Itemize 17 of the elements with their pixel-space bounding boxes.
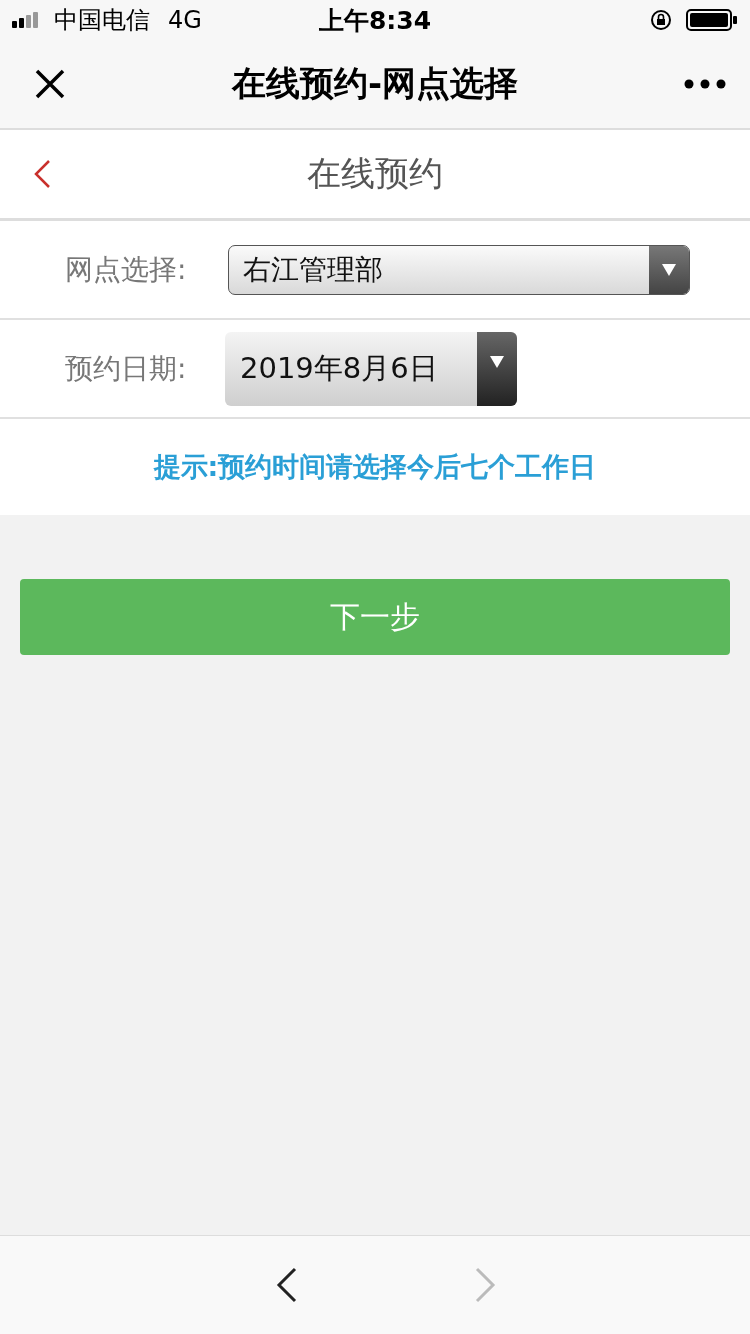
branch-select[interactable]: 右江管理部 xyxy=(228,244,690,295)
rotation-lock-icon xyxy=(650,9,672,31)
clock-time: 上午8:34 xyxy=(318,4,432,37)
page-title: 在线预约 xyxy=(307,152,443,195)
hint-text: 提示:预约时间请选择今后七个工作日 xyxy=(153,450,597,484)
dropdown-arrow-icon xyxy=(662,263,676,276)
field-label: 预约日期: xyxy=(65,350,188,387)
carrier-name: 中国电信 xyxy=(54,5,150,36)
more-icon[interactable] xyxy=(684,79,726,89)
nav-title: 在线预约-网点选择 xyxy=(231,62,519,105)
battery-icon xyxy=(686,9,738,31)
date-picker[interactable]: 2019年8月6日 xyxy=(225,331,517,406)
dropdown-arrow-icon xyxy=(490,355,504,368)
network-type: 4G xyxy=(168,6,202,34)
back-icon[interactable] xyxy=(33,159,51,189)
field-label: 网点选择: xyxy=(65,251,188,288)
close-icon[interactable] xyxy=(34,68,66,100)
